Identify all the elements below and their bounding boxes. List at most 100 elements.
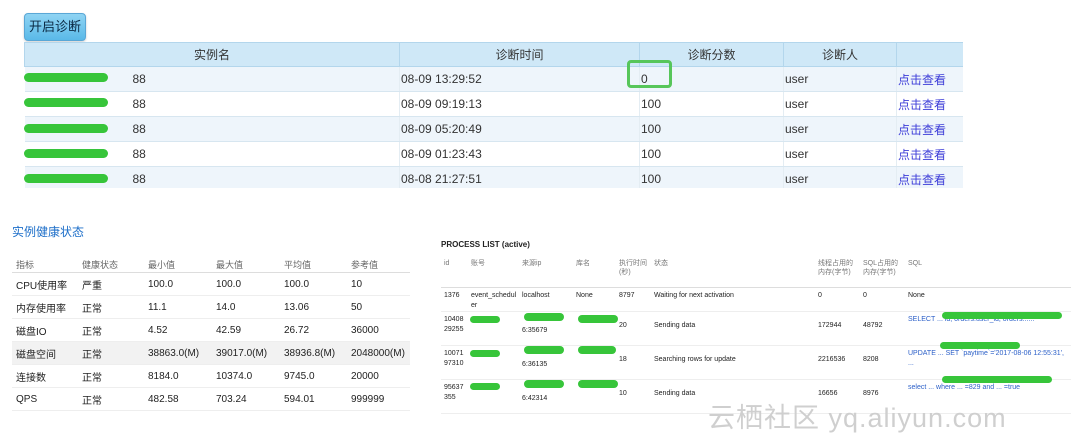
diagnosis-person: user	[783, 66, 897, 92]
max-value: 39017.0(M)	[212, 341, 280, 365]
metric-name: QPS	[12, 387, 78, 411]
view-details-link[interactable]: 点击查看	[898, 98, 946, 112]
max-value: 10374.0	[212, 364, 280, 388]
process-thread-mem: 172944	[815, 311, 860, 346]
diagnosis-person: user	[783, 91, 897, 117]
col-avg: 平均值	[280, 256, 347, 273]
col-ref: 参考值	[347, 256, 410, 273]
metric-name: CPU使用率	[12, 272, 78, 296]
status-badge: 正常	[78, 295, 144, 319]
process-list-title: PROCESS LIST (active)	[441, 240, 530, 249]
view-link-cell: 点击查看	[896, 141, 963, 167]
col-metric: 指标	[12, 256, 78, 273]
ref-value: 999999	[347, 387, 410, 411]
diagnosis-time: 08-09 13:29:52	[399, 66, 640, 92]
table-row: 连接数 正常 8184.0 10374.0 9745.0 20000	[12, 364, 410, 388]
redaction-mark	[942, 376, 1052, 383]
avg-value: 26.72	[280, 318, 347, 342]
col-instance-name: 实例名	[24, 42, 400, 67]
avg-value: 100.0	[280, 272, 347, 296]
view-link-cell: 点击查看	[896, 116, 963, 142]
col-id: id	[441, 256, 468, 288]
status-badge: 正常	[78, 341, 144, 365]
redaction-mark	[24, 174, 108, 183]
process-thread-mem: 2216536	[815, 345, 860, 380]
process-sql-mem: 48792	[860, 311, 905, 346]
col-host: 来源ip	[519, 256, 573, 288]
view-details-link[interactable]: 点击查看	[898, 123, 946, 137]
status-badge: 正常	[78, 364, 144, 388]
col-time: 执行时间(秒)	[616, 256, 651, 288]
metric-name: 连接数	[12, 364, 78, 388]
process-id: 1376	[441, 287, 468, 312]
status-badge: 正常	[78, 387, 144, 411]
diagnosis-person: user	[783, 166, 897, 188]
ref-value: 36000	[347, 318, 410, 342]
col-sql: SQL	[905, 256, 1071, 288]
process-time: 20	[616, 311, 651, 346]
start-diagnosis-button[interactable]: 开启诊断	[24, 13, 86, 41]
col-max: 最大值	[212, 256, 280, 273]
col-sql-mem: SQL占用的内存(字节)	[860, 256, 905, 288]
process-sql: UPDATE ... SET `paytime`='2017-08-06 12:…	[905, 345, 1071, 380]
redaction-mark	[578, 315, 618, 323]
redaction-mark	[578, 380, 618, 388]
process-db: None	[573, 287, 616, 312]
process-id: 95637355	[441, 379, 468, 414]
process-thread-mem: 0	[815, 287, 860, 312]
redaction-mark	[940, 342, 1020, 349]
diagnosis-score: 100	[639, 91, 784, 117]
avg-value: 38936.8(M)	[280, 341, 347, 365]
process-table: id 账号 来源ip 库名 执行时间(秒) 状态 线程占用的内存(字节) SQL…	[441, 256, 1071, 414]
min-value: 482.58	[144, 387, 212, 411]
min-value: 4.52	[144, 318, 212, 342]
diagnosis-time: 08-09 05:20:49	[399, 116, 640, 142]
process-host: localhost	[519, 287, 573, 312]
diagnosis-table: 实例名 诊断时间 诊断分数 诊断人 诊 88 08-09 13:29:52 0 …	[24, 42, 963, 188]
min-value: 8184.0	[144, 364, 212, 388]
health-header-row: 指标 健康状态 最小值 最大值 平均值 参考值	[12, 256, 410, 273]
process-time: 18	[616, 345, 651, 380]
process-time: 8797	[616, 287, 651, 312]
process-state: Sending data	[651, 311, 815, 346]
score-highlight-box	[627, 60, 672, 88]
diagnosis-time: 08-09 09:19:13	[399, 91, 640, 117]
table-row: QPS 正常 482.58 703.24 594.01 999999	[12, 387, 410, 411]
avg-value: 594.01	[280, 387, 347, 411]
health-table: 指标 健康状态 最小值 最大值 平均值 参考值 CPU使用率 严重 100.0 …	[12, 256, 410, 411]
table-row: 内存使用率 正常 11.1 14.0 13.06 50	[12, 295, 410, 319]
ref-value: 2048000(M)	[347, 341, 410, 365]
view-details-link[interactable]: 点击查看	[898, 148, 946, 162]
diagnosis-score: 100	[639, 116, 784, 142]
redaction-mark	[470, 316, 500, 323]
col-db: 库名	[573, 256, 616, 288]
max-value: 42.59	[212, 318, 280, 342]
process-state: Searching rows for update	[651, 345, 815, 380]
process-user: event_scheduler	[468, 287, 519, 312]
view-link-cell: 点击查看	[896, 91, 963, 117]
table-row: 88 08-09 09:19:13 100 user 点击查看	[24, 91, 963, 117]
ref-value: 50	[347, 295, 410, 319]
diagnosis-person: user	[783, 141, 897, 167]
max-value: 14.0	[212, 295, 280, 319]
col-diagnosis-detail: 诊	[896, 42, 963, 67]
min-value: 11.1	[144, 295, 212, 319]
redaction-mark	[942, 312, 1062, 319]
redaction-mark	[578, 346, 616, 354]
redaction-mark	[524, 346, 564, 354]
table-row: 磁盘空间 正常 38863.0(M) 39017.0(M) 38936.8(M)…	[12, 341, 410, 365]
metric-name: 磁盘空间	[12, 341, 78, 365]
table-row: 88 08-09 01:23:43 100 user 点击查看	[24, 141, 963, 167]
table-row: 1376 event_scheduler localhost None 8797…	[441, 287, 1071, 312]
process-state: Waiting for next activation	[651, 287, 815, 312]
process-sql-mem: 0	[860, 287, 905, 312]
metric-name: 内存使用率	[12, 295, 78, 319]
redaction-mark	[24, 98, 108, 107]
table-row: 88 08-09 13:29:52 0 user 点击查看	[24, 66, 963, 92]
process-id: 1040829255	[441, 311, 468, 346]
view-details-link[interactable]: 点击查看	[898, 73, 946, 87]
col-status: 健康状态	[78, 256, 144, 273]
redaction-mark	[524, 380, 564, 388]
diagnosis-time: 08-09 01:23:43	[399, 141, 640, 167]
view-details-link[interactable]: 点击查看	[898, 173, 946, 187]
